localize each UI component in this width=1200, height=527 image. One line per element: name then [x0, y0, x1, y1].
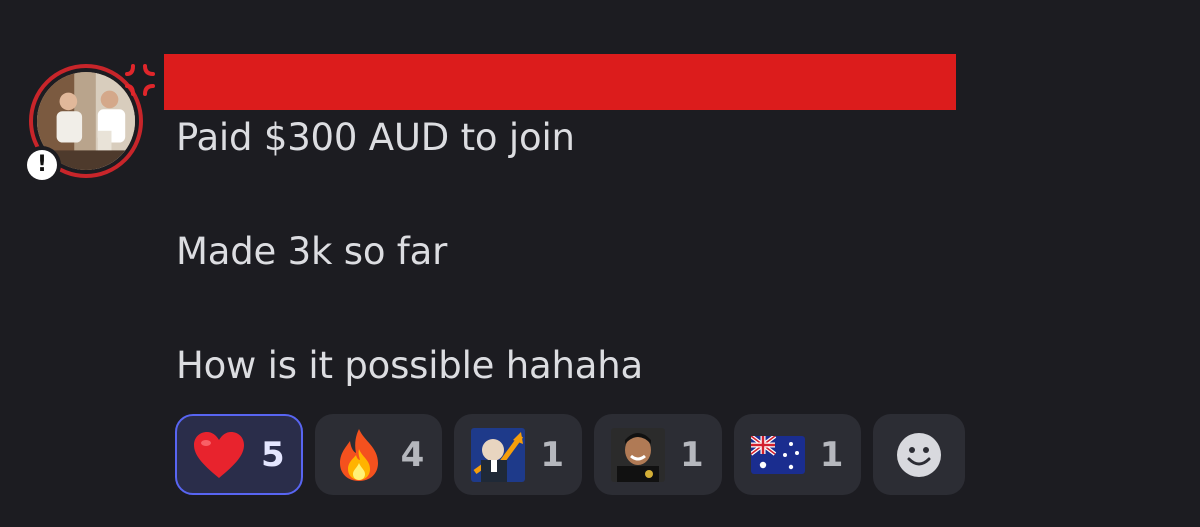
reaction-heart[interactable]: 5: [175, 414, 303, 495]
reaction-count: 1: [819, 434, 844, 475]
reaction-fire[interactable]: 4: [314, 414, 443, 495]
reaction-count: 1: [540, 434, 565, 475]
fire-icon: [331, 427, 387, 483]
alert-badge: !: [23, 146, 61, 184]
reaction-count: 1: [680, 434, 704, 475]
flag-australia-icon: [750, 427, 806, 483]
user-avatar[interactable]: !: [23, 58, 155, 188]
reaction-flag-au[interactable]: 1: [733, 414, 862, 495]
message-line: How is it possible hahaha: [176, 344, 643, 387]
reaction-count: 5: [261, 434, 285, 475]
message-line: Paid $300 AUD to join: [176, 116, 575, 159]
reaction-custom-man[interactable]: 1: [594, 414, 722, 495]
smiley-face-icon: [897, 432, 942, 477]
message-line: Made 3k so far: [176, 230, 448, 273]
anger-symbol-icon: [125, 64, 155, 96]
red-heart-icon: [191, 427, 247, 483]
redacted-username-bar: [164, 54, 956, 110]
stonks-meme-icon: [470, 427, 526, 483]
exclamation-icon: !: [27, 150, 57, 180]
reaction-count: 4: [400, 434, 425, 475]
smiling-man-icon: [610, 427, 666, 483]
reaction-bar: 5 4 1 1 1: [175, 414, 966, 495]
reaction-stonks[interactable]: 1: [454, 414, 583, 495]
add-reaction-button[interactable]: [873, 414, 966, 495]
